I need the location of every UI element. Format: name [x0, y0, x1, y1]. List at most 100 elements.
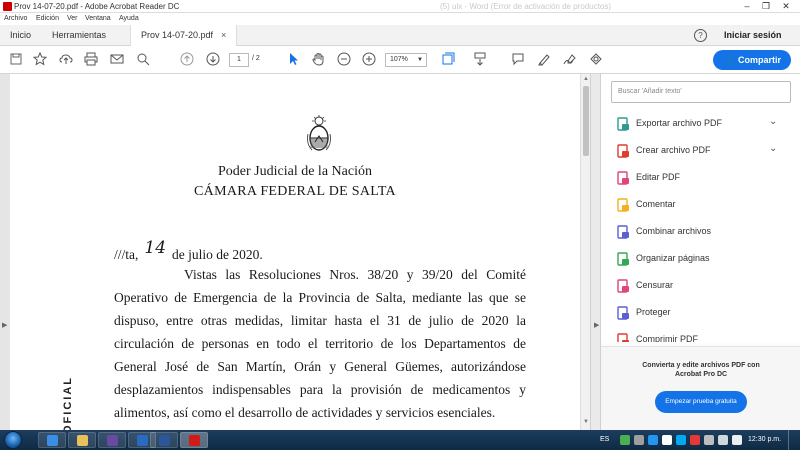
more-tools-icon[interactable]: [588, 52, 604, 68]
tool-item[interactable]: Combinar archivos: [611, 222, 786, 242]
tool-item[interactable]: Exportar archivo PDF ⌄: [611, 114, 786, 134]
minimize-button[interactable]: –: [738, 1, 756, 12]
save-icon[interactable]: [8, 52, 24, 68]
tab-document[interactable]: Prov 14-07-20.pdf ×: [130, 25, 238, 46]
help-icon[interactable]: ?: [694, 29, 707, 42]
tools-panel: Buscar 'Añadir texto' Exportar archivo P…: [600, 74, 800, 430]
body-line: dispuso, entre otras medidas, limitar ha…: [114, 313, 526, 328]
tool-item[interactable]: Crear archivo PDF ⌄: [611, 141, 786, 161]
share-button[interactable]: 👤 Compartir: [713, 50, 791, 70]
tool-icon: [616, 198, 630, 212]
tool-item[interactable]: Proteger: [611, 303, 786, 323]
taskbar-acrobat-button[interactable]: [180, 432, 208, 448]
expand-left-icon[interactable]: ▶: [2, 321, 7, 329]
next-page-icon[interactable]: [205, 52, 221, 68]
tools-search-input[interactable]: Buscar 'Añadir texto': [611, 81, 791, 103]
menu-archivo[interactable]: Archivo: [4, 15, 27, 22]
select-cursor-icon[interactable]: [285, 52, 301, 68]
scroll-mode-icon[interactable]: [472, 52, 488, 68]
taskbar-media-button[interactable]: [98, 432, 126, 448]
internet-explorer-icon: [47, 435, 58, 446]
maximize-button[interactable]: ❐: [757, 1, 775, 12]
comment-icon[interactable]: [510, 52, 526, 68]
close-tab-icon[interactable]: ×: [221, 30, 226, 40]
zoom-select[interactable]: 107% ▼: [385, 53, 427, 67]
print-icon[interactable]: [83, 52, 99, 68]
highlight-pen-icon[interactable]: [536, 52, 552, 68]
tool-item[interactable]: Organizar páginas: [611, 249, 786, 269]
heading-poder-judicial: Poder Judicial de la Nación: [218, 164, 372, 179]
folder-icon: [77, 435, 88, 446]
taskbar-word-button[interactable]: [150, 432, 178, 448]
tool-label: Combinar archivos: [636, 226, 712, 236]
outlook-icon: [137, 435, 148, 446]
scroll-down-icon[interactable]: ▼: [583, 419, 589, 425]
chevron-down-icon[interactable]: ⌄: [769, 143, 777, 154]
upload-cloud-icon[interactable]: [58, 52, 74, 68]
tool-icon: [616, 171, 630, 185]
collapse-right-icon[interactable]: ▶: [594, 321, 599, 329]
menu-ver[interactable]: Ver: [67, 15, 78, 22]
tool-item[interactable]: Censurar: [611, 276, 786, 296]
network-icon[interactable]: [704, 435, 714, 445]
language-indicator[interactable]: ES: [600, 436, 609, 443]
search-icon[interactable]: [135, 52, 151, 68]
toolbar: 1 / 2 107% ▼ 👤 Compartir: [0, 46, 800, 74]
tool-icon: [616, 306, 630, 320]
body-line: Operativo de Emergencia de la Provincia …: [114, 290, 526, 305]
chevron-down-icon[interactable]: ⌄: [769, 116, 777, 127]
taskbar-ie-button[interactable]: [38, 432, 66, 448]
oficial-stamp: OFICIAL: [62, 376, 74, 430]
scroll-up-icon[interactable]: ▲: [583, 76, 589, 82]
pdf-page: Poder Judicial de la Nación CÁMARA FEDER…: [10, 74, 580, 430]
chevron-down-icon: ▼: [417, 57, 423, 63]
left-pane-toggle[interactable]: ▶: [0, 74, 10, 430]
previous-page-icon[interactable]: [179, 52, 195, 68]
body-line: circulación de personas en todo el terri…: [114, 336, 526, 351]
flag-icon[interactable]: [718, 435, 728, 445]
tab-home[interactable]: Inicio: [10, 25, 31, 46]
tray-app-icon[interactable]: [620, 435, 630, 445]
signin-link[interactable]: Iniciar sesión: [724, 30, 782, 40]
page-number-input[interactable]: 1: [229, 53, 249, 67]
title-bar: Prov 14-07-20.pdf - Adobe Acrobat Reader…: [0, 0, 800, 13]
zoom-out-icon[interactable]: [336, 52, 352, 68]
fit-page-icon[interactable]: [440, 52, 456, 68]
tray-app-icon[interactable]: [676, 435, 686, 445]
menu-edicion[interactable]: Edición: [36, 15, 59, 22]
tray-app-icon[interactable]: [648, 435, 658, 445]
tool-icon: [616, 117, 630, 131]
body-line: General José de San Martín, Orán y Gener…: [114, 359, 526, 374]
menu-ventana[interactable]: Ventana: [85, 15, 111, 22]
menu-ayuda[interactable]: Ayuda: [119, 15, 139, 22]
tab-tools[interactable]: Herramientas: [52, 25, 106, 46]
close-window-button[interactable]: ✕: [777, 1, 795, 12]
vertical-scrollbar[interactable]: ▲ ▼: [580, 74, 590, 430]
right-pane-toggle[interactable]: ▶: [590, 74, 600, 430]
zoom-in-icon[interactable]: [361, 52, 377, 68]
sign-icon[interactable]: [562, 52, 578, 68]
email-icon[interactable]: [109, 52, 125, 68]
acrobat-app-icon: [3, 2, 12, 11]
date-line: ///ta, 14 de julio de 2020.: [114, 238, 263, 264]
show-desktop-button[interactable]: [788, 430, 800, 450]
tool-item[interactable]: Editar PDF: [611, 168, 786, 188]
taskbar-explorer-button[interactable]: [68, 432, 96, 448]
tray-app-icon[interactable]: [634, 435, 644, 445]
tool-icon: [616, 252, 630, 266]
scrollbar-thumb[interactable]: [583, 86, 589, 156]
bookmark-star-icon[interactable]: [32, 51, 48, 68]
volume-icon[interactable]: [732, 435, 742, 445]
tool-item[interactable]: Comentar: [611, 195, 786, 215]
zoom-value: 107%: [390, 56, 408, 63]
tool-icon: [616, 279, 630, 293]
start-trial-button[interactable]: Empezar prueba gratuita: [655, 391, 747, 413]
date-suffix: de julio de 2020.: [172, 247, 263, 262]
clock[interactable]: 12:30 p.m.: [748, 436, 781, 443]
tray-app-icon[interactable]: [690, 435, 700, 445]
hand-tool-icon[interactable]: [310, 52, 326, 68]
tool-label: Comentar: [636, 199, 676, 209]
start-button[interactable]: [4, 431, 22, 449]
add-user-icon: 👤: [724, 55, 736, 65]
tray-app-icon[interactable]: [662, 435, 672, 445]
